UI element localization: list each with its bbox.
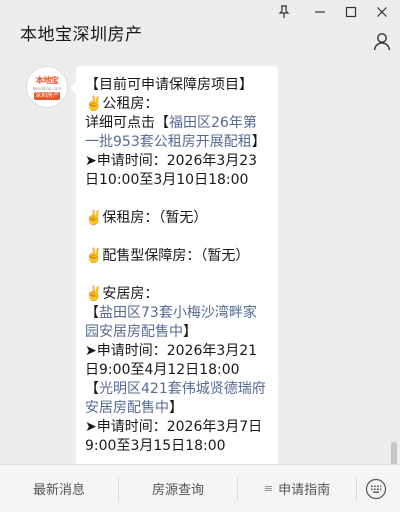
allocation-line: ✌️配售型保障房：（暂无） <box>85 248 250 264</box>
public-rent-title: ✌️公租房： <box>85 96 159 112</box>
public-rent-detail: 详细可点击【福田区26年第一批953套公租房开展配租】 <box>85 114 270 152</box>
anju-item-1-time: ➤申请时间：2026年3月21日9:00至4月12日18:00 <box>85 343 258 378</box>
detail-prefix: 详细可点击【 <box>85 115 169 131</box>
menu-application-guide-label: 申请指南 <box>278 483 331 498</box>
scrollbar[interactable] <box>391 442 397 464</box>
bracket-open: 【 <box>85 305 99 321</box>
close-icon[interactable] <box>370 3 394 21</box>
anju-title: ✌️安居房： <box>85 286 159 302</box>
pin-icon[interactable] <box>272 3 296 21</box>
menu-application-guide[interactable]: ≡ 申请指南 <box>238 465 356 512</box>
public-rent-time: ➤申请时间：2026年3月23日10:00至3月10日18:00 <box>85 153 258 188</box>
anju-item-2-time: ➤申请时间：2026年3月7日9:00至3月15日18:00 <box>85 419 263 454</box>
maximize-icon[interactable] <box>339 3 363 21</box>
chat-area[interactable]: 本地宝 bendibao.com 深圳房产 【目前可申请保障房项目】 ✌️公租房… <box>0 58 400 464</box>
bracket-close: 】 <box>183 324 197 340</box>
avatar-brand: 本地宝 <box>35 76 59 85</box>
title-bar: 本地宝深圳房产 <box>0 0 400 58</box>
anju-item-1: 【盐田区73套小梅沙湾畔家园安居房配售中】 <box>85 304 270 342</box>
menu-latest-news[interactable]: 最新消息 <box>0 465 118 512</box>
anju-item-2: 【光明区421套伟城贤德瑞府安居房配售中】 <box>85 380 270 418</box>
menu-listing-search[interactable]: 房源查询 <box>119 465 237 512</box>
bracket-close: 】 <box>169 400 183 416</box>
window-title: 本地宝深圳房产 <box>20 25 143 45</box>
message-heading: 【目前可申请保障房项目】 <box>85 77 253 93</box>
avatar[interactable]: 本地宝 bendibao.com 深圳房产 <box>26 66 68 108</box>
guarantee-rent-line: ✌️保租房：（暂无） <box>85 210 208 226</box>
anju-item-1-link[interactable]: 盐田区73套小梅沙湾畔家园安居房配售中 <box>85 305 257 340</box>
detail-suffix: 】 <box>251 134 266 150</box>
message-bubble: 【目前可申请保障房项目】 ✌️公租房： 详细可点击【福田区26年第一批953套公… <box>70 66 278 464</box>
menu-divider <box>356 477 357 501</box>
user-icon[interactable] <box>372 31 392 51</box>
bracket-open: 【 <box>85 381 99 397</box>
avatar-domain: bendibao.com <box>32 86 62 91</box>
minimize-icon[interactable] <box>308 3 332 21</box>
avatar-badge: 深圳房产 <box>34 92 60 100</box>
submenu-icon: ≡ <box>263 482 274 495</box>
keyboard-icon[interactable] <box>365 478 387 500</box>
bottom-menu: 最新消息 房源查询 ≡ 申请指南 <box>0 464 400 512</box>
